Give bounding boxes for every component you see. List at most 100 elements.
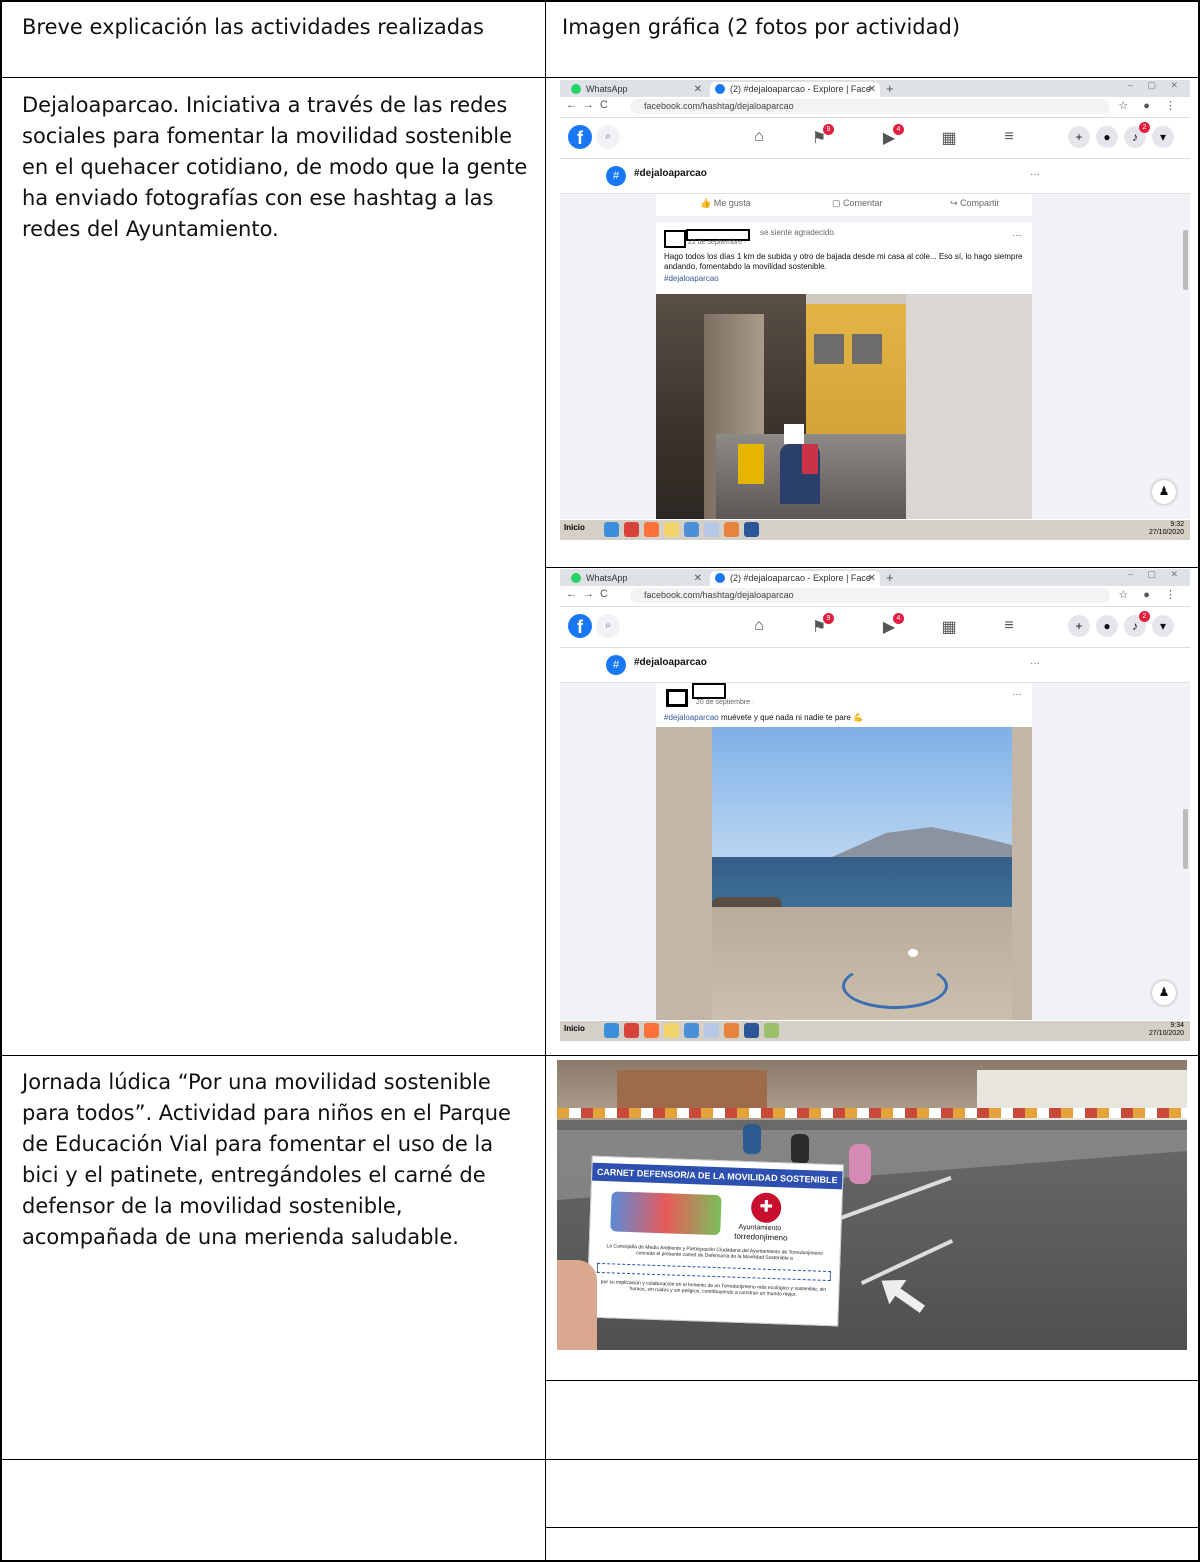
powerpoint-icon[interactable] bbox=[724, 1023, 739, 1038]
ie-icon[interactable] bbox=[604, 1023, 619, 1038]
account-chevron-icon[interactable]: ▾ bbox=[1152, 126, 1174, 148]
notepad-icon[interactable] bbox=[704, 1023, 719, 1038]
chrome-icon[interactable] bbox=[624, 1023, 639, 1038]
star-profile-icons[interactable]: ☆ ● ⋮ bbox=[1118, 588, 1182, 601]
nav-arrows-icon[interactable]: ←→C bbox=[566, 588, 614, 600]
home-icon[interactable]: ⌂ bbox=[748, 128, 770, 146]
window-controls[interactable]: – ▢ ✕ bbox=[1128, 569, 1184, 580]
tab-whatsapp[interactable]: WhatsApp ✕ bbox=[566, 571, 706, 586]
post-text: Hago todos los días 1 km de subida y otr… bbox=[664, 252, 1023, 271]
flag-icon[interactable]: ⚑ 9 bbox=[808, 124, 834, 148]
more-options-icon[interactable]: ··· bbox=[1030, 169, 1040, 180]
chrome-icon[interactable] bbox=[624, 522, 639, 537]
window-controls[interactable]: – ▢ ✕ bbox=[1128, 80, 1184, 91]
start-button[interactable]: Inicio bbox=[564, 1024, 585, 1033]
hashtag-title: #dejaloaparcao bbox=[634, 657, 707, 668]
avatar bbox=[666, 689, 688, 707]
tab-whatsapp[interactable]: WhatsApp ✕ bbox=[566, 82, 706, 97]
close-tab-icon[interactable]: ✕ bbox=[868, 571, 876, 586]
plus-icon[interactable]: + bbox=[1068, 126, 1090, 148]
video-icon[interactable]: ▶ 4 bbox=[878, 124, 904, 148]
nav-arrows-icon[interactable]: ←→C bbox=[566, 99, 614, 111]
flag-icon[interactable]: ⚑ 9 bbox=[808, 613, 834, 637]
share-button[interactable]: ↪ Compartir bbox=[950, 198, 1000, 209]
row2-description: Jornada lúdica “Por una movilidad sosten… bbox=[22, 1070, 511, 1249]
media-icon[interactable] bbox=[684, 1023, 699, 1038]
browser-tab-strip: WhatsApp ✕ (2) #dejaloaparcao - Explore … bbox=[560, 80, 1190, 97]
url-field[interactable]: facebook.com/hashtag/dejaloaparcao bbox=[630, 99, 1110, 114]
taskbar: Inicio 9:34 27/10/2020 bbox=[560, 1020, 1190, 1041]
people-icon[interactable]: ♟ bbox=[1152, 480, 1176, 504]
powerpoint-icon[interactable] bbox=[724, 522, 739, 537]
hashtag-header: # #dejaloaparcao ··· bbox=[560, 648, 1190, 683]
post-hashtag-link[interactable]: #dejaloaparcao bbox=[664, 713, 719, 722]
search-icon[interactable]: ⌕ bbox=[596, 125, 620, 149]
menu-icon[interactable]: ≡ bbox=[998, 128, 1020, 146]
row-divider bbox=[546, 1527, 1200, 1528]
column-divider bbox=[545, 0, 546, 1562]
whatsapp-icon bbox=[571, 84, 581, 94]
card-town: torredonjimeno bbox=[734, 1231, 788, 1243]
flex-emoji-icon: 💪 bbox=[853, 713, 864, 722]
word-icon[interactable] bbox=[744, 1023, 759, 1038]
folder-icon[interactable] bbox=[664, 1023, 679, 1038]
new-tab-icon[interactable]: + bbox=[886, 81, 894, 96]
start-button[interactable]: Inicio bbox=[564, 523, 585, 532]
post-date: 22 de septiembre · bbox=[688, 239, 747, 246]
post-more-icon[interactable]: ··· bbox=[1012, 230, 1022, 241]
facebook-logo[interactable]: f bbox=[568, 614, 592, 638]
facebook-logo[interactable]: f bbox=[568, 125, 592, 149]
bell-badge: 2 bbox=[1139, 611, 1150, 622]
marketplace-icon[interactable]: ▦ bbox=[938, 617, 960, 637]
row1-description: Dejaloaparcao. Iniciativa a través de la… bbox=[22, 93, 528, 241]
home-icon[interactable]: ⌂ bbox=[748, 617, 770, 635]
notepad-icon[interactable] bbox=[704, 522, 719, 537]
close-tab-icon[interactable]: ✕ bbox=[694, 82, 702, 97]
tab-facebook[interactable]: (2) #dejaloaparcao - Explore | Face ✕ bbox=[710, 82, 880, 97]
facebook-tab-icon bbox=[715, 84, 725, 94]
post-more-icon[interactable]: ··· bbox=[1012, 689, 1022, 700]
like-button[interactable]: 👍 Me gusta bbox=[700, 198, 751, 209]
video-badge: 4 bbox=[893, 124, 904, 135]
facebook-top-bar: f ⌕ ⌂ ⚑ 9 ▶ 4 ▦ ≡ + ● ♪ 2 ▾ bbox=[560, 118, 1190, 159]
flag-badge: 9 bbox=[823, 613, 834, 624]
star-profile-icons[interactable]: ☆ ● ⋮ bbox=[1118, 99, 1182, 112]
scrollbar[interactable] bbox=[1183, 809, 1188, 869]
comment-button[interactable]: ▢ Comentar bbox=[832, 198, 883, 209]
close-tab-icon[interactable]: ✕ bbox=[868, 82, 876, 97]
paint-icon[interactable] bbox=[764, 1023, 779, 1038]
firefox-icon[interactable] bbox=[644, 1023, 659, 1038]
tab-facebook[interactable]: (2) #dejaloaparcao - Explore | Face ✕ bbox=[710, 571, 880, 586]
facebook-tab-icon bbox=[715, 573, 725, 583]
close-tab-icon[interactable]: ✕ bbox=[694, 571, 702, 586]
search-icon[interactable]: ⌕ bbox=[596, 614, 620, 638]
firefox-icon[interactable] bbox=[644, 522, 659, 537]
people-icon[interactable]: ♟ bbox=[1152, 981, 1176, 1005]
url-field[interactable]: facebook.com/hashtag/dejaloaparcao bbox=[630, 588, 1110, 603]
post-text-line: #dejaloaparcao muévete y que nada ni nad… bbox=[664, 713, 863, 722]
new-tab-icon[interactable]: + bbox=[886, 570, 894, 585]
media-icon[interactable] bbox=[684, 522, 699, 537]
post-hashtag-link[interactable]: #dejaloaparcao bbox=[664, 274, 719, 283]
bell-icon[interactable]: ♪ 2 bbox=[1124, 611, 1150, 637]
menu-icon[interactable]: ≡ bbox=[998, 617, 1020, 635]
activity-photo: CARNET DEFENSOR/A DE LA MOVILIDAD SOSTEN… bbox=[557, 1060, 1187, 1350]
folder-icon[interactable] bbox=[664, 522, 679, 537]
post-card: 20 de septiembre · ··· #dejaloaparcao mu… bbox=[656, 683, 1032, 1021]
post-date: 20 de septiembre · bbox=[696, 699, 755, 706]
account-chevron-icon[interactable]: ▾ bbox=[1152, 615, 1174, 637]
bell-icon[interactable]: ♪ 2 bbox=[1124, 122, 1150, 148]
ie-icon[interactable] bbox=[604, 522, 619, 537]
messenger-icon[interactable]: ● bbox=[1096, 126, 1118, 148]
messenger-icon[interactable]: ● bbox=[1096, 615, 1118, 637]
word-icon[interactable] bbox=[744, 522, 759, 537]
row-divider bbox=[546, 1380, 1200, 1381]
scrollbar[interactable] bbox=[1183, 230, 1188, 290]
video-icon[interactable]: ▶ 4 bbox=[878, 613, 904, 637]
facebook-top-bar: f ⌕ ⌂ ⚑ 9 ▶ 4 ▦ ≡ + ● ♪ 2 ▾ bbox=[560, 607, 1190, 648]
plus-icon[interactable]: + bbox=[1068, 615, 1090, 637]
more-options-icon[interactable]: ··· bbox=[1030, 658, 1040, 669]
marketplace-icon[interactable]: ▦ bbox=[938, 128, 960, 148]
ayuntamiento-seal: ✚ bbox=[750, 1192, 782, 1224]
row-divider bbox=[546, 567, 1200, 568]
